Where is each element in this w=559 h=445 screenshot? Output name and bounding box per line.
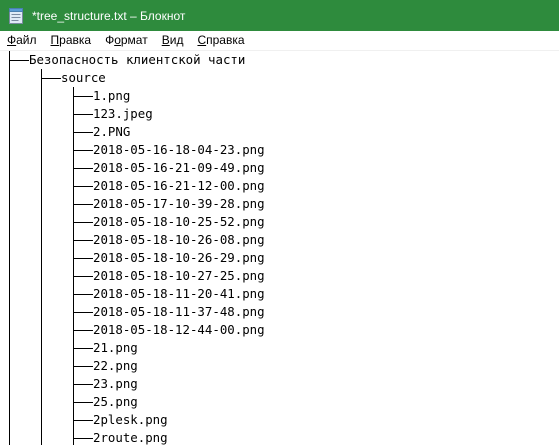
tree-file-label: 2018-05-18-10-26-29.png	[93, 250, 265, 265]
tree-file-label: 2018-05-16-21-12-00.png	[93, 178, 265, 193]
tree-file-label: 2018-05-18-12-44-00.png	[93, 322, 265, 337]
menu-item-4[interactable]: Справка	[190, 31, 251, 50]
tree-branch-file	[73, 402, 93, 403]
window-title: *tree_structure.txt – Блокнот	[32, 8, 186, 23]
tree-folder-label: source	[61, 70, 106, 85]
tree-file-label: 2018-05-16-21-09-49.png	[93, 160, 265, 175]
tree-root-label: Безопасность клиентской части	[29, 52, 246, 67]
menu-bar: Файл Правка Формат Вид Справка	[0, 31, 559, 51]
tree-file-label: 22.png	[93, 358, 138, 373]
tree-file-label: 2018-05-18-11-37-48.png	[93, 304, 265, 319]
tree-branch-file	[73, 348, 93, 349]
tree-branch-file	[73, 330, 93, 331]
tree-file-label: 2018-05-17-10-39-28.png	[93, 196, 265, 211]
menu-item-1[interactable]: Правка	[44, 31, 99, 50]
text-editor[interactable]: Безопасность клиентской части source 1.png…	[0, 51, 559, 445]
tree-file-label: 2route.png	[93, 430, 168, 445]
tree-file-label: 1.png	[93, 88, 131, 103]
tree-file-label: 25.png	[93, 394, 138, 409]
tree-branch-file	[73, 276, 93, 277]
tree-guide-root	[9, 51, 10, 445]
tree-branch-file	[73, 114, 93, 115]
menu-item-0[interactable]: Файл	[0, 31, 44, 50]
tree-branch-file	[73, 294, 93, 295]
tree-branch-file	[73, 438, 93, 439]
tree-branch-file	[73, 222, 93, 223]
tree-guide-folder	[41, 69, 42, 445]
tree-branch-file	[73, 96, 93, 97]
tree-branch-file	[73, 168, 93, 169]
tree-branch-file	[73, 240, 93, 241]
tree-branch-file	[73, 258, 93, 259]
tree-branch-root	[9, 60, 29, 61]
tree-file-label: 123.jpeg	[93, 106, 153, 121]
tree-branch-file	[73, 420, 93, 421]
title-bar[interactable]: *tree_structure.txt – Блокнот	[0, 0, 559, 31]
tree-file-label: 2018-05-18-10-27-25.png	[93, 268, 265, 283]
tree-file-label: 2018-05-18-10-26-08.png	[93, 232, 265, 247]
tree-branch-file	[73, 366, 93, 367]
tree-branch-file	[73, 204, 93, 205]
tree-file-label: 2plesk.png	[93, 412, 168, 427]
tree-branch-folder	[41, 78, 61, 79]
tree-file-label: 21.png	[93, 340, 138, 355]
tree-branch-file	[73, 150, 93, 151]
tree-guide-files	[73, 87, 74, 445]
tree-branch-file	[73, 186, 93, 187]
tree-branch-file	[73, 384, 93, 385]
menu-item-2[interactable]: Формат	[98, 31, 155, 50]
tree-file-label: 2018-05-18-10-25-52.png	[93, 214, 265, 229]
tree-branch-file	[73, 312, 93, 313]
tree-file-label: 2018-05-16-18-04-23.png	[93, 142, 265, 157]
notepad-icon	[9, 7, 23, 24]
tree-file-label: 2.PNG	[93, 124, 131, 139]
notepad-window: *tree_structure.txt – Блокнот Файл Правка…	[0, 0, 559, 445]
tree-file-label: 2018-05-18-11-20-41.png	[93, 286, 265, 301]
tree-file-label: 23.png	[93, 376, 138, 391]
menu-item-3[interactable]: Вид	[155, 31, 191, 50]
tree-branch-file	[73, 132, 93, 133]
